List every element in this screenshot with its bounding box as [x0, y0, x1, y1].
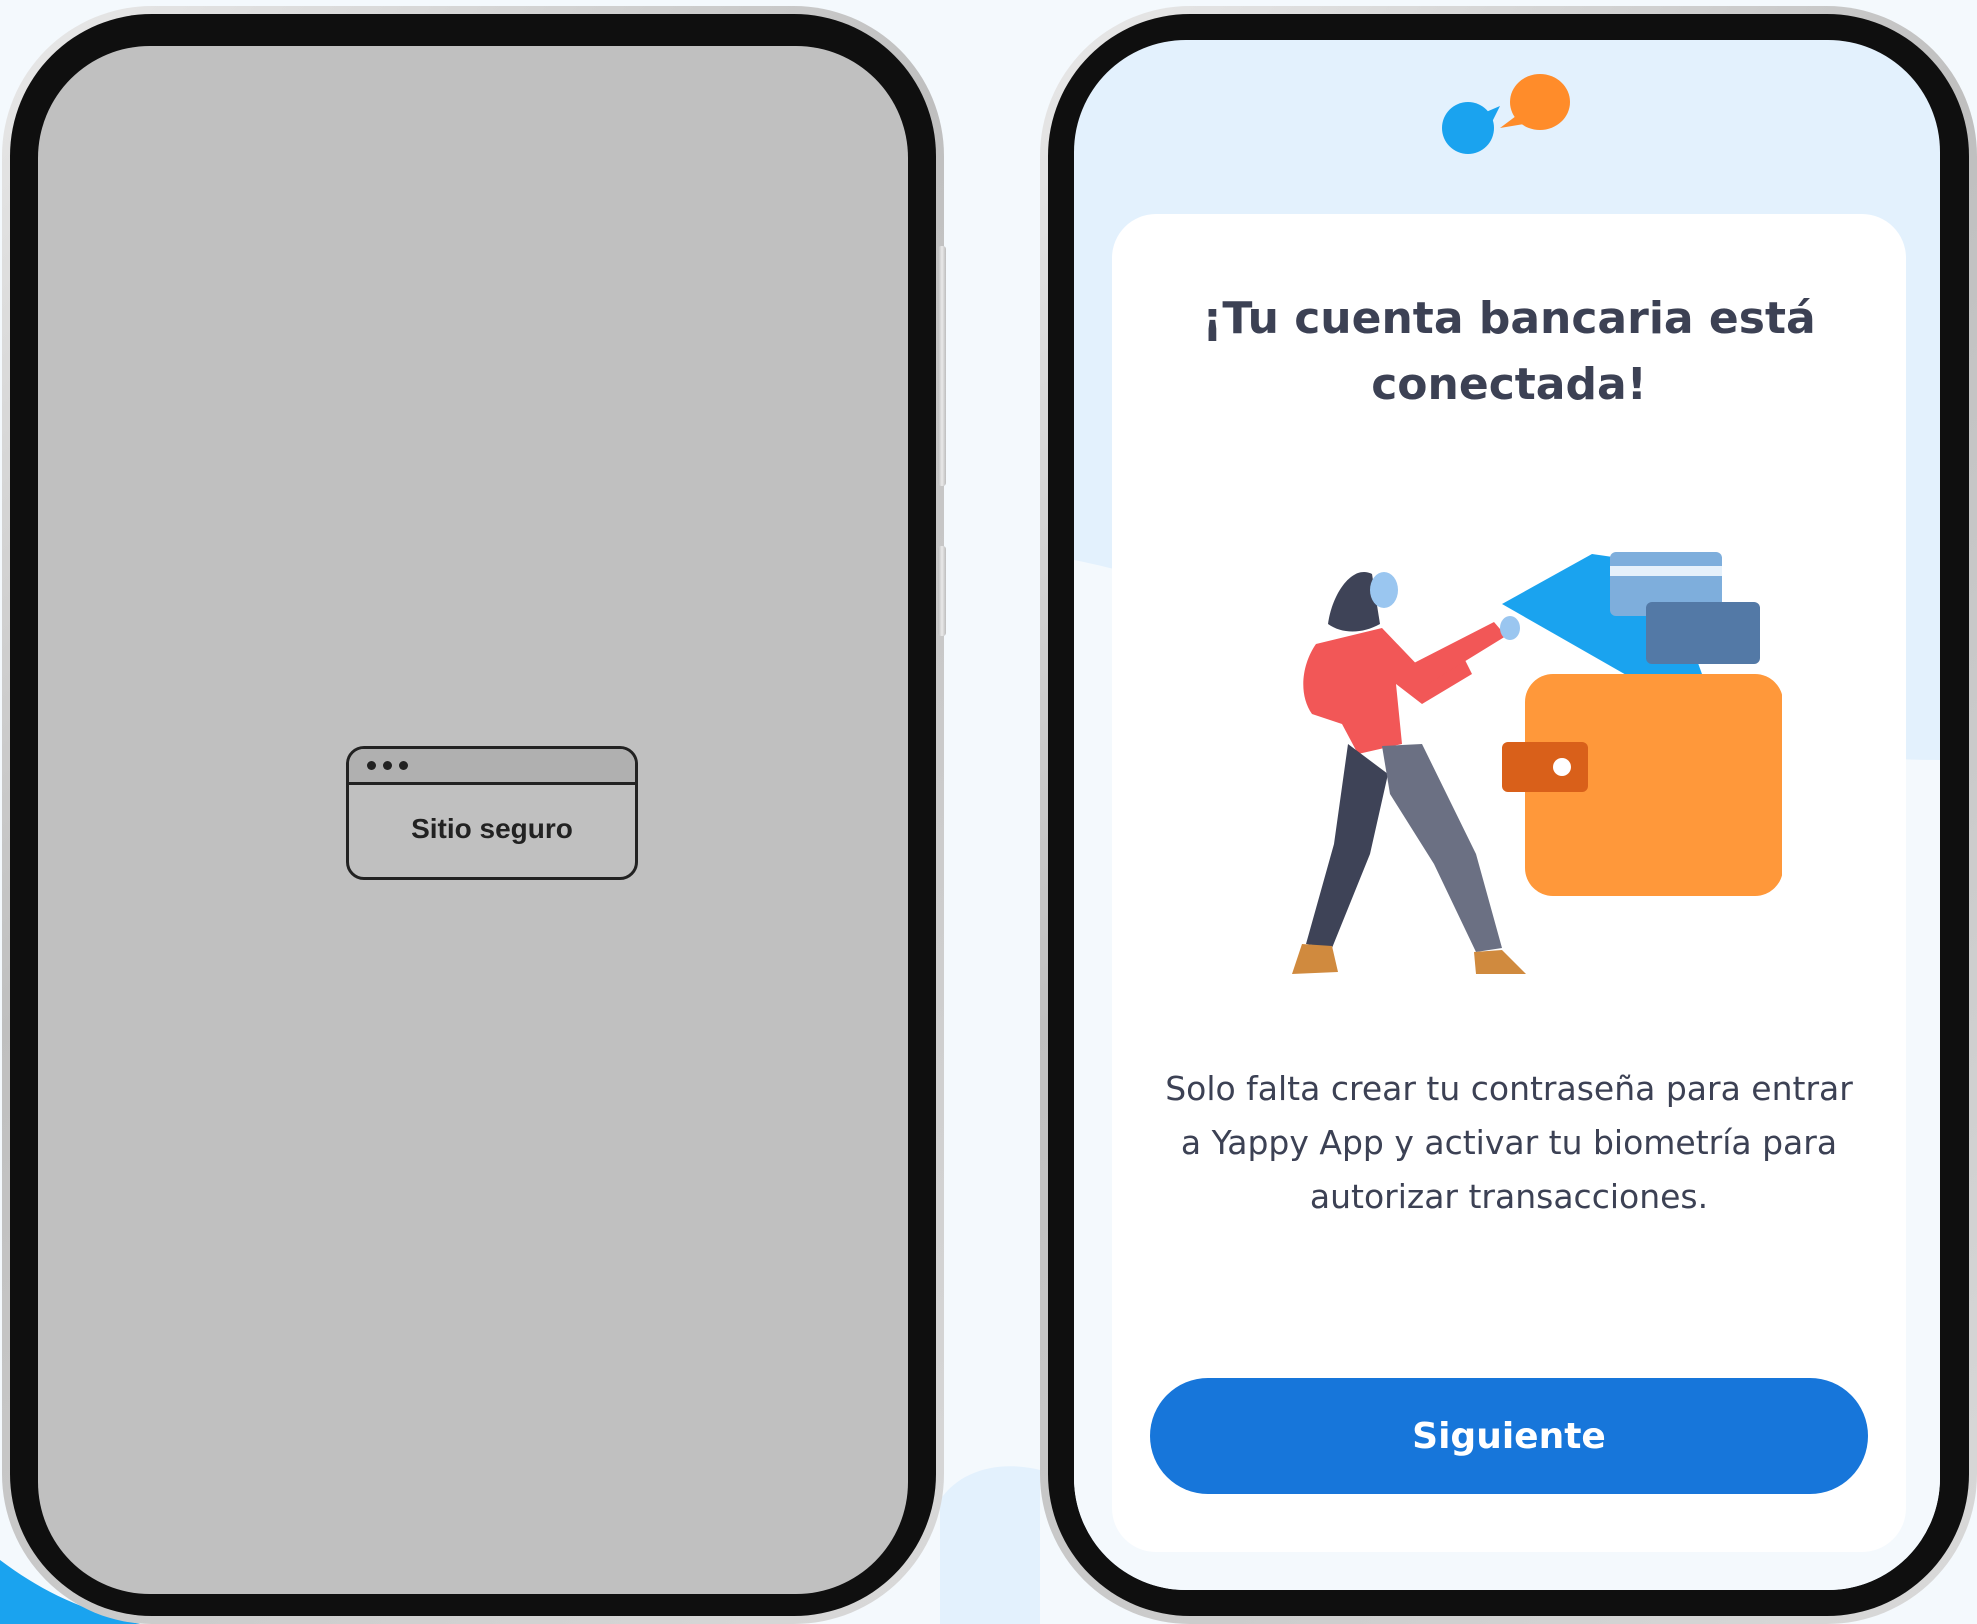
secure-site-card: Sitio seguro	[346, 746, 638, 880]
secure-site-label: Sitio seguro	[411, 813, 573, 844]
phone-frame-right: ¡Tu cuenta bancaria está conectada! Solo…	[1040, 6, 1977, 1624]
window-dot-icon	[367, 761, 376, 770]
app-screen: ¡Tu cuenta bancaria está conectada! Solo…	[1074, 40, 1940, 1590]
wallet-illustration-icon	[1292, 552, 1782, 974]
window-dot-icon	[399, 761, 408, 770]
confirmation-card: ¡Tu cuenta bancaria está conectada! Solo…	[1112, 214, 1906, 1552]
window-dot-icon	[383, 761, 392, 770]
webview-screen: Sitio seguro	[38, 46, 908, 1594]
browser-window-bar	[349, 749, 635, 785]
yappy-logo-icon	[1442, 74, 1570, 154]
page-title: ¡Tu cuenta bancaria está conectada!	[1202, 293, 1816, 410]
next-button[interactable]: Siguiente	[1150, 1378, 1868, 1494]
volume-button	[938, 246, 946, 486]
phone-frame-left: Sitio seguro	[2, 6, 946, 1624]
instruction-text: Solo falta crear tu contraseña para entr…	[1165, 1069, 1853, 1216]
power-button	[938, 546, 946, 636]
